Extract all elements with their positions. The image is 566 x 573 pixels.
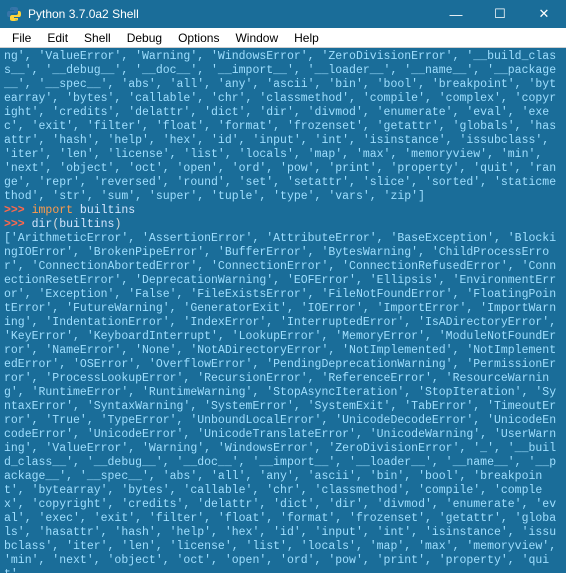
arg-builtins: builtins: [59, 218, 114, 231]
menu-help[interactable]: Help: [286, 29, 327, 47]
titlebar[interactable]: Python 3.7.0a2 Shell — ☐ ✕: [0, 0, 566, 28]
maximize-button[interactable]: ☐: [478, 0, 522, 28]
menu-file[interactable]: File: [4, 29, 39, 47]
close-button[interactable]: ✕: [522, 0, 566, 28]
keyword-import: import: [32, 204, 73, 217]
menubar: File Edit Shell Debug Options Window Hel…: [0, 28, 566, 48]
func-dir: dir: [32, 218, 53, 231]
module-builtins: builtins: [73, 204, 135, 217]
shell-window: Python 3.7.0a2 Shell — ☐ ✕ File Edit She…: [0, 0, 566, 573]
menu-debug[interactable]: Debug: [119, 29, 170, 47]
window-controls: — ☐ ✕: [434, 0, 566, 28]
terminal-area[interactable]: ng', 'ValueError', 'Warning', 'WindowsEr…: [0, 48, 566, 573]
menu-window[interactable]: Window: [227, 29, 286, 47]
menu-shell[interactable]: Shell: [76, 29, 119, 47]
prompt-1: >>>: [4, 204, 32, 217]
menu-edit[interactable]: Edit: [39, 29, 76, 47]
python-icon: [6, 6, 22, 22]
minimize-button[interactable]: —: [434, 0, 478, 28]
menu-options[interactable]: Options: [170, 29, 227, 47]
paren-close: ): [114, 218, 121, 231]
output-block-1: ng', 'ValueError', 'Warning', 'WindowsEr…: [4, 50, 556, 203]
prompt-2: >>>: [4, 218, 32, 231]
output-block-2: ['ArithmeticError', 'AssertionError', 'A…: [4, 232, 563, 573]
window-title: Python 3.7.0a2 Shell: [28, 7, 434, 21]
